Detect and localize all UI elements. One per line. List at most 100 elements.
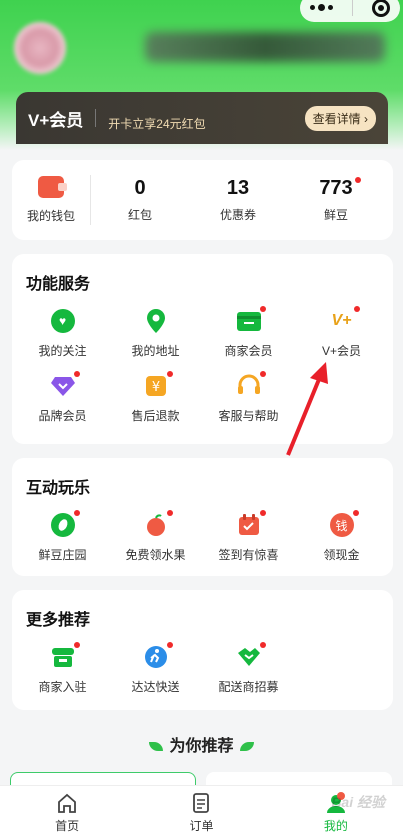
- notification-dot: [73, 642, 80, 648]
- service-item-vplus[interactable]: V+ V+会员: [295, 306, 388, 359]
- fun-label: 免费领水果: [125, 548, 186, 562]
- order-icon: [193, 792, 210, 813]
- home-icon: [58, 793, 77, 813]
- card-icon: [236, 306, 266, 334]
- fun-card: 互动玩乐 鲜豆庄园 免费领水果 签到有惊喜 钱 领现金: [12, 458, 393, 576]
- fun-label: 鲜豆庄园: [38, 548, 87, 562]
- fun-item-free-fruit[interactable]: 免费领水果: [109, 510, 202, 563]
- recommend-card-peek[interactable]: [10, 772, 196, 786]
- my-wallet-label: 我的钱包: [26, 209, 75, 223]
- service-label: 我的地址: [131, 344, 180, 358]
- recommend-card-peek[interactable]: [206, 772, 392, 786]
- wallet-item-redpacket[interactable]: 0 红包: [91, 177, 189, 223]
- leaf-icon: [149, 742, 164, 752]
- beans-count-value: 773: [319, 177, 353, 199]
- fun-label: 领现金: [323, 548, 360, 562]
- more-card: 更多推荐 商家入驻 达达快送 配送商招募: [12, 590, 393, 710]
- fun-title: 互动玩乐: [26, 480, 91, 497]
- wallet-card: 我的钱包 0 红包 13 优惠券 773 鲜豆: [12, 160, 393, 240]
- coupon-count: 13: [226, 177, 250, 199]
- notification-dot: [259, 510, 266, 516]
- vip-promo-text: 开卡立享24元红包: [108, 116, 206, 131]
- heart-icon: ♥: [50, 308, 76, 334]
- service-label: 我的关注: [38, 344, 87, 358]
- service-item-support[interactable]: 客服与帮助: [202, 371, 295, 424]
- beans-count: 773: [319, 177, 361, 200]
- coupon-label: 优惠券: [219, 208, 256, 222]
- mini-program-capsule: [300, 0, 400, 22]
- svg-text:¥: ¥: [151, 380, 159, 395]
- vip-details-button[interactable]: 查看详情 ›: [304, 105, 376, 131]
- courier-icon: [143, 642, 173, 670]
- vip-divider: [95, 109, 97, 127]
- service-label: 品牌会员: [38, 409, 87, 423]
- user-avatar[interactable]: [14, 22, 66, 74]
- capsule-divider: [351, 0, 353, 16]
- service-label: 售后退款: [131, 409, 180, 423]
- close-miniprogram-icon[interactable]: [372, 0, 391, 17]
- wallet-item-coupon[interactable]: 13 优惠券: [189, 177, 287, 223]
- nav-profile-label: 我的: [323, 818, 348, 833]
- service-item-refund[interactable]: ¥ 售后退款: [109, 371, 202, 424]
- service-item-merchant-member[interactable]: 商家会员: [202, 306, 295, 359]
- nav-home-label: 首页: [55, 818, 80, 833]
- vplus-icon: V+: [329, 306, 360, 334]
- cash-icon: 钱: [329, 510, 359, 538]
- more-item-delivery-recruit[interactable]: 配送商招募: [202, 642, 295, 695]
- notification-dot: [354, 177, 361, 183]
- service-label: V+会员: [321, 344, 361, 358]
- wallet-icon: [38, 176, 67, 198]
- redpacket-label: 红包: [127, 208, 152, 222]
- notification-dot: [259, 642, 266, 648]
- notification-dot: [166, 371, 173, 377]
- more-label: 配送商招募: [218, 680, 279, 694]
- nav-home[interactable]: 首页: [0, 786, 134, 839]
- leaf-icon: [239, 742, 254, 752]
- location-icon: [143, 308, 169, 334]
- notification-dot: [352, 510, 359, 516]
- more-title: 更多推荐: [26, 612, 91, 629]
- store-icon: [50, 642, 80, 670]
- service-item-address[interactable]: 我的地址: [109, 308, 202, 359]
- more-options-icon[interactable]: [309, 4, 333, 11]
- services-card: 功能服务 ♥ 我的关注 我的地址 商家会员 V+ V+会员 品牌会员 ¥ 售后退…: [12, 254, 393, 444]
- vip-details-label: 查看详情: [312, 111, 361, 126]
- watermark: Bai 经验: [331, 794, 385, 810]
- recommend-heading: 为你推荐: [0, 732, 403, 756]
- more-label: 达达快送: [131, 680, 180, 694]
- my-wallet-entry[interactable]: 我的钱包: [12, 176, 90, 224]
- fun-label: 签到有惊喜: [218, 548, 279, 562]
- fun-item-checkin[interactable]: 签到有惊喜: [202, 510, 295, 563]
- beans-label: 鲜豆: [323, 208, 348, 222]
- vip-banner[interactable]: V+会员 开卡立享24元红包 查看详情 ›: [16, 92, 388, 144]
- notification-dot: [73, 510, 80, 516]
- notification-dot: [259, 306, 266, 312]
- wallet-item-beans[interactable]: 773 鲜豆: [287, 177, 385, 223]
- bean-icon: [50, 510, 80, 538]
- more-label: 商家入驻: [38, 680, 87, 694]
- services-title: 功能服务: [26, 276, 91, 293]
- recommend-title: 为你推荐: [169, 738, 234, 755]
- notification-dot: [353, 306, 360, 312]
- nav-orders[interactable]: 订单: [134, 786, 268, 839]
- fun-item-cash[interactable]: 钱 领现金: [295, 510, 388, 563]
- notification-dot: [73, 371, 80, 377]
- fun-item-bean-garden[interactable]: 鲜豆庄园: [16, 510, 109, 563]
- nav-orders-label: 订单: [189, 818, 214, 833]
- more-item-courier[interactable]: 达达快送: [109, 642, 202, 695]
- notification-dot: [166, 510, 173, 516]
- calendar-check-icon: [236, 510, 266, 538]
- notification-dot: [166, 642, 173, 648]
- yen-icon: ¥: [143, 371, 173, 399]
- headset-icon: [236, 371, 266, 399]
- cash-glyph: 钱: [329, 513, 354, 537]
- apple-icon: [143, 510, 173, 538]
- service-item-follow[interactable]: ♥ 我的关注: [16, 308, 109, 359]
- service-label: 商家会员: [224, 344, 273, 358]
- more-item-merchant-join[interactable]: 商家入驻: [16, 642, 109, 695]
- username-blurred: [145, 32, 385, 62]
- vip-logo: V+会员: [28, 110, 84, 130]
- notification-dot: [259, 371, 266, 377]
- redpacket-count: 0: [134, 177, 146, 199]
- service-item-brand-member[interactable]: 品牌会员: [16, 371, 109, 424]
